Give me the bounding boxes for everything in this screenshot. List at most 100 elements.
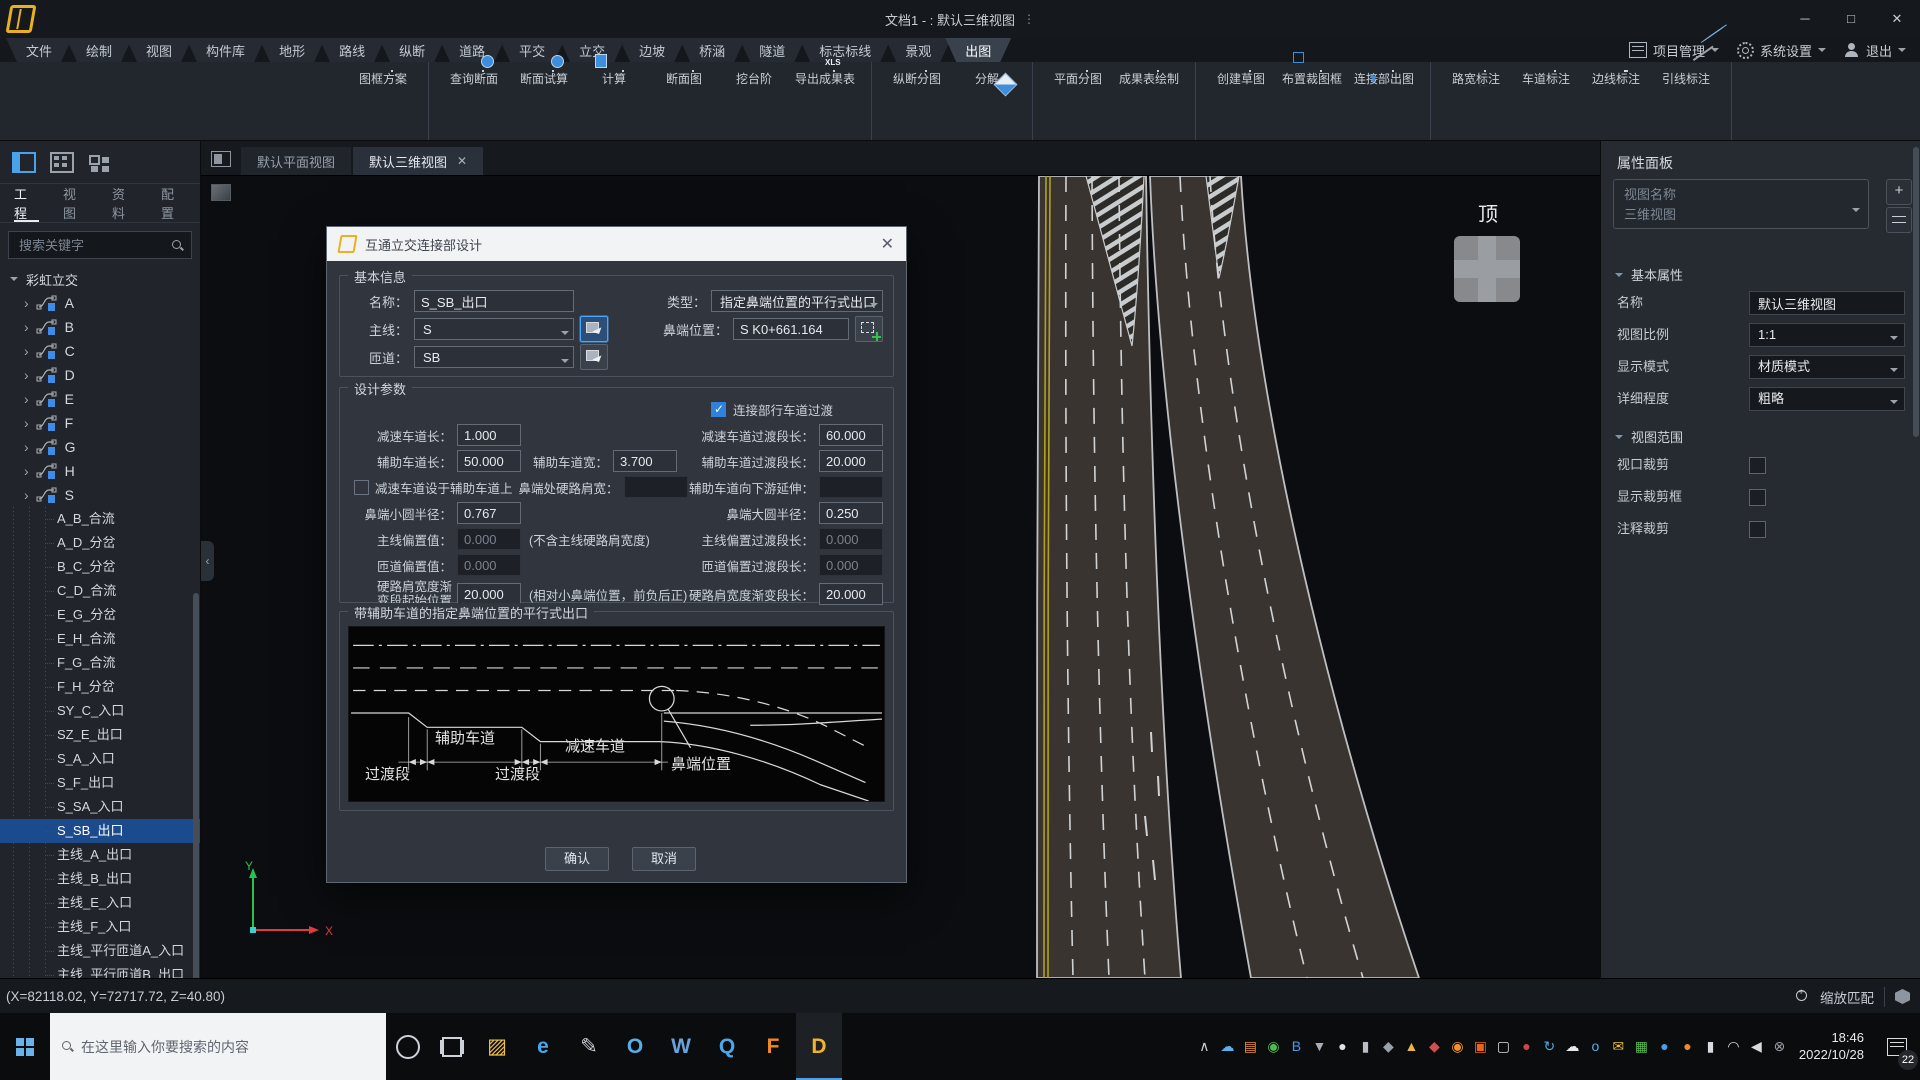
tree-branch[interactable]: D [0, 363, 200, 387]
copy-pages-icon[interactable]: ▢ [1492, 1013, 1515, 1080]
shoulder-taper-length-input[interactable] [819, 583, 883, 605]
panel-scrollbar[interactable] [1913, 147, 1919, 437]
menu-tab[interactable]: 地形 [259, 38, 325, 62]
pin-icon[interactable]: ▼ [1308, 1013, 1331, 1080]
tree-branch[interactable]: E [0, 387, 200, 411]
blue-drop-icon[interactable]: ● [1653, 1013, 1676, 1080]
menu-right-item[interactable]: 退出 [1844, 41, 1906, 60]
section-view-range[interactable]: 视图范围 [1615, 427, 1683, 446]
close-circle-icon[interactable]: ⊗ [1768, 1013, 1791, 1080]
orange-square-icon[interactable]: ▣ [1469, 1013, 1492, 1080]
connection-type-select[interactable]: 指定鼻端位置的平行式出口 [711, 290, 883, 312]
menu-tab[interactable]: 边坡 [619, 38, 685, 62]
menu-tab[interactable]: 景观 [885, 38, 951, 62]
tree-leaf-item[interactable]: B_C_分岔 [0, 555, 200, 579]
notes-app-icon[interactable]: ✎ [566, 1013, 612, 1080]
tree-branch[interactable]: H [0, 459, 200, 483]
ribbon-tool-button[interactable]: 查询断面 [439, 68, 509, 87]
pick-mainline-button[interactable] [580, 316, 608, 342]
nose-position-input[interactable] [733, 318, 849, 340]
add-view-button[interactable]: + [1886, 179, 1912, 205]
ribbon-tool-button[interactable]: 分解 [952, 68, 1022, 87]
tree-leaf-item[interactable]: 主线_B_出口 [0, 867, 200, 891]
sync-circle-icon[interactable]: ↻ [1538, 1013, 1561, 1080]
ramp-select[interactable]: SB [414, 346, 574, 368]
view-list-button[interactable] [1886, 207, 1912, 233]
tree-leaf-item[interactable]: F_G_合流 [0, 651, 200, 675]
browser-tab[interactable]: 资料 [112, 184, 137, 222]
maximize-button[interactable]: □ [1828, 0, 1874, 38]
3d-mode-icon[interactable] [1895, 989, 1910, 1004]
menu-right-item[interactable]: 系统设置 [1737, 41, 1826, 60]
tree-leaf-item[interactable]: S_SB_出口 [0, 819, 200, 843]
search-icon[interactable] [172, 240, 183, 251]
search-orange-icon[interactable]: ● [1676, 1013, 1699, 1080]
mainline-offset-input[interactable] [457, 528, 521, 550]
zoom-fit-icon[interactable] [1796, 990, 1810, 1004]
ramp-offset-input[interactable] [457, 554, 521, 576]
tree-leaf-item[interactable]: S_F_出口 [0, 771, 200, 795]
layout-mosaic-icon[interactable] [50, 152, 74, 173]
tree-leaf-item[interactable]: A_D_分岔 [0, 531, 200, 555]
decel-length-input[interactable] [457, 424, 521, 446]
decel-on-aux-checkbox[interactable] [354, 480, 369, 495]
tree-leaf-item[interactable]: C_D_合流 [0, 579, 200, 603]
menu-tab[interactable]: 路线 [319, 38, 385, 62]
ribbon-tool-button[interactable]: 连接部出图 [1348, 68, 1420, 87]
nose-big-radius-input[interactable] [819, 502, 883, 524]
outlook-icon[interactable]: O [612, 1013, 658, 1080]
ribbon-tool-button[interactable]: 纵断分图 [882, 68, 952, 87]
clock[interactable]: 18:46 2022/10/28 [1791, 1030, 1874, 1064]
bluetooth-icon[interactable]: B [1285, 1013, 1308, 1080]
menu-tab[interactable]: 标志标线 [799, 38, 891, 62]
window-app-icon[interactable]: ▤ [1239, 1013, 1262, 1080]
mainline-offset-transition-input[interactable] [819, 528, 883, 550]
green-location-icon[interactable]: ◉ [1262, 1013, 1285, 1080]
wifi-icon[interactable]: ◠ [1722, 1013, 1745, 1080]
defender-warning-icon[interactable]: ▲ [1400, 1013, 1423, 1080]
menu-tab[interactable]: 绘制 [66, 38, 132, 62]
ribbon-tool-button[interactable]: 平面分图 [1043, 68, 1113, 87]
checkbox[interactable] [1749, 521, 1766, 538]
checkbox[interactable] [1749, 457, 1766, 474]
cloud-sync-icon[interactable]: ☁ [1216, 1013, 1239, 1080]
ribbon-tool-button[interactable]: 成果表绘制 [1113, 68, 1185, 87]
viewcube[interactable] [1454, 236, 1520, 302]
confirm-button[interactable]: 确认 [545, 847, 609, 871]
tree-branch[interactable]: A [0, 291, 200, 315]
tree-root-node[interactable]: 彩虹立交 [0, 267, 200, 291]
tree-branch[interactable]: S [0, 483, 200, 507]
view-history-icon[interactable] [211, 151, 231, 167]
mainline-select[interactable]: S [414, 318, 574, 340]
shoulder-taper-start-input[interactable] [457, 583, 521, 605]
tree-leaf-item[interactable]: S_SA_入口 [0, 795, 200, 819]
ribbon-tool-button[interactable]: 创建草图 [1206, 68, 1276, 87]
close-button[interactable]: ✕ [1874, 0, 1920, 38]
panel-collapse-handle[interactable] [201, 541, 214, 581]
aux-transition-input[interactable] [819, 450, 883, 472]
ribbon-tool-button[interactable]: 挖台阶 [719, 68, 789, 87]
layout-columns-icon[interactable] [12, 152, 36, 173]
qq-penguin-icon[interactable]: ● [1331, 1013, 1354, 1080]
menu-tab[interactable]: 出图 [945, 38, 1011, 62]
usb-icon[interactable]: ▮ [1354, 1013, 1377, 1080]
close-tab-icon[interactable]: ✕ [457, 154, 467, 168]
red-app-icon[interactable]: ◆ [1423, 1013, 1446, 1080]
tree-leaf-item[interactable]: E_H_合流 [0, 627, 200, 651]
section-basic-properties[interactable]: 基本属性 [1615, 265, 1683, 284]
menu-tab[interactable]: 文件 [6, 38, 72, 62]
qq-icon[interactable]: Q [704, 1013, 750, 1080]
start-button[interactable] [0, 1013, 50, 1080]
search-input[interactable] [17, 237, 166, 254]
cortana-button[interactable] [386, 1035, 430, 1059]
ribbon-tool-button[interactable]: 边线标注 [1581, 68, 1651, 87]
flame-icon[interactable]: ◉ [1446, 1013, 1469, 1080]
nose-small-radius-input[interactable] [457, 502, 521, 524]
minimize-button[interactable]: ─ [1782, 0, 1828, 38]
display-mode-select[interactable]: 材质模式 [1749, 355, 1905, 379]
cad-app-icon[interactable]: D [796, 1013, 842, 1080]
ribbon-tool-button[interactable]: 计算 [579, 68, 649, 87]
zoom-fit-label[interactable]: 缩放匹配 [1820, 987, 1874, 1007]
view-name-input[interactable] [1749, 291, 1905, 315]
nav-diamond-icon[interactable]: ◆ [1377, 1013, 1400, 1080]
